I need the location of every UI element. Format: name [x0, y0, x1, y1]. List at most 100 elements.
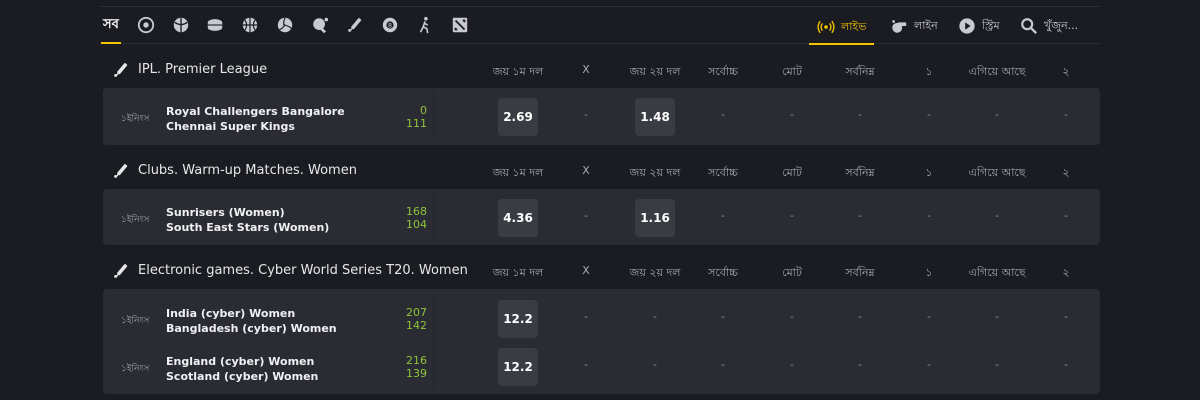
sports-nav: সব 8 লাইভ লাইন স্ট্রিম খুঁজুন...: [100, 6, 1100, 45]
teams[interactable]: Royal Challengers Bangalore Chennai Supe…: [166, 104, 345, 134]
divider: [433, 192, 434, 240]
sport-all-label: সব: [103, 16, 119, 32]
team1-name: Sunrisers (Women): [166, 206, 285, 219]
team1-score: 0: [420, 104, 427, 117]
column-header: সর্বনিম্ন: [845, 65, 875, 78]
league-header[interactable]: Electronic games. Cyber World Series T20…: [100, 253, 1100, 289]
odd-empty: -: [927, 358, 931, 371]
search-button[interactable]: খুঁজুন...: [1020, 11, 1078, 41]
period-label: ১ইনিংস: [121, 364, 150, 374]
odd-empty: -: [858, 209, 862, 222]
odd-empty: -: [790, 108, 794, 121]
stream-tab[interactable]: স্ট্রিম: [958, 11, 1000, 41]
league-header[interactable]: IPL. Premier League জয় ১ম দল X জয় ২য় …: [100, 52, 1100, 88]
live-tab[interactable]: লাইভ: [809, 11, 875, 45]
column-header: সর্বোচ্চ: [708, 266, 738, 279]
league-title: Electronic games. Cyber World Series T20…: [138, 263, 468, 278]
scores: 0 111: [406, 104, 427, 130]
team1-name: India (cyber) Women: [166, 307, 296, 320]
scores: 216 139: [406, 354, 427, 380]
odd-draw-empty: -: [584, 209, 588, 222]
column-header: এগিয়ে আছে: [968, 166, 1026, 179]
odd-empty: -: [995, 108, 999, 121]
betting-page: সব 8 লাইভ লাইন স্ট্রিম খুঁজুন... IPL. Pr…: [100, 0, 1100, 400]
divider: [433, 91, 434, 139]
live-label: লাইভ: [841, 19, 867, 33]
column-header: সর্বনিম্ন: [845, 266, 875, 279]
odd-empty: -: [790, 209, 794, 222]
basketball-ball-icon[interactable]: [241, 15, 259, 35]
period-label: ১ইনিংস: [121, 215, 150, 225]
column-header: সর্বোচ্চ: [708, 65, 738, 78]
scores: 207 142: [406, 306, 427, 332]
odd-win1-button[interactable]: 4.36: [498, 199, 538, 237]
volleyball-icon[interactable]: [276, 15, 294, 35]
team1-score: 216: [406, 354, 427, 367]
table-tennis-icon[interactable]: [311, 15, 329, 35]
cricket-bat-icon: [114, 63, 128, 77]
scores: 168 104: [406, 205, 427, 231]
column-header: এগিয়ে আছে: [968, 65, 1026, 78]
odd-empty: -: [995, 310, 999, 323]
cricket-bat-icon: [114, 164, 128, 178]
column-header: সর্বনিম্ন: [845, 166, 875, 179]
cricket-bat-icon[interactable]: [346, 15, 364, 35]
match-row[interactable]: ১ইনিংস England (cyber) Women Scotland (c…: [103, 341, 1100, 389]
divider: [433, 341, 434, 389]
esports-runner-icon[interactable]: [416, 15, 434, 35]
team1-score: 168: [406, 205, 427, 218]
odd-empty: -: [653, 358, 657, 371]
column-header: সর্বোচ্চ: [708, 166, 738, 179]
match-row[interactable]: ১ইনিংস Sunrisers (Women) South East Star…: [103, 192, 1100, 240]
odd-win1-button[interactable]: 12.2: [498, 300, 538, 338]
odd-empty: -: [858, 310, 862, 323]
team1-name: England (cyber) Women: [166, 355, 315, 368]
odd-empty: -: [927, 310, 931, 323]
odd-empty: -: [1064, 209, 1068, 222]
teams[interactable]: India (cyber) Women Bangladesh (cyber) W…: [166, 306, 337, 336]
odd-win2-button[interactable]: 1.48: [635, 98, 675, 136]
odd-empty: -: [858, 358, 862, 371]
sport-all-tab[interactable]: সব: [101, 15, 121, 44]
dota-icon[interactable]: [451, 15, 469, 35]
teams[interactable]: Sunrisers (Women) South East Stars (Wome…: [166, 205, 329, 235]
stream-label: স্ট্রিম: [982, 18, 1000, 32]
team2-name: South East Stars (Women): [166, 221, 330, 234]
team2-score: 104: [406, 218, 427, 231]
league-title: IPL. Premier League: [138, 62, 268, 77]
play-icon: [959, 18, 975, 34]
odd-win1-button[interactable]: 2.69: [498, 98, 538, 136]
league-title: Clubs. Warm-up Matches. Women: [138, 163, 357, 178]
odd-empty: -: [927, 108, 931, 121]
basketball-icon[interactable]: [172, 15, 190, 35]
team2-score: 142: [406, 319, 427, 332]
teams[interactable]: England (cyber) Women Scotland (cyber) W…: [166, 354, 318, 384]
odd-empty: -: [790, 358, 794, 371]
odd-empty: -: [584, 310, 588, 323]
odd-empty: -: [858, 108, 862, 121]
odd-empty: -: [995, 358, 999, 371]
football-icon[interactable]: [137, 15, 155, 35]
match-row[interactable]: ১ইনিংস Royal Challengers Bangalore Chenn…: [103, 91, 1100, 139]
hockey-puck-icon[interactable]: [206, 15, 224, 35]
odd-empty: -: [927, 209, 931, 222]
team2-score: 139: [406, 367, 427, 380]
odd-empty: -: [1064, 358, 1068, 371]
divider: [433, 293, 434, 341]
snooker-ball-icon[interactable]: 8: [381, 15, 399, 35]
league-header[interactable]: Clubs. Warm-up Matches. Women জয় ১ম দল …: [100, 153, 1100, 189]
column-header: ২: [1062, 266, 1070, 279]
odd-empty: -: [653, 310, 657, 323]
team2-score: 111: [406, 117, 427, 130]
period-label: ১ইনিংস: [121, 316, 150, 326]
svg-text:8: 8: [388, 23, 392, 30]
odd-draw-empty: -: [584, 108, 588, 121]
line-tab[interactable]: লাইন: [890, 11, 938, 41]
search-icon: [1021, 18, 1038, 35]
odd-empty: -: [721, 108, 725, 121]
odd-win2-button[interactable]: 1.16: [635, 199, 675, 237]
period-label: ১ইনিংস: [121, 114, 150, 124]
column-header: X: [582, 264, 590, 277]
odd-win1-button[interactable]: 12.2: [498, 348, 538, 386]
match-row[interactable]: ১ইনিংস India (cyber) Women Bangladesh (c…: [103, 293, 1100, 341]
